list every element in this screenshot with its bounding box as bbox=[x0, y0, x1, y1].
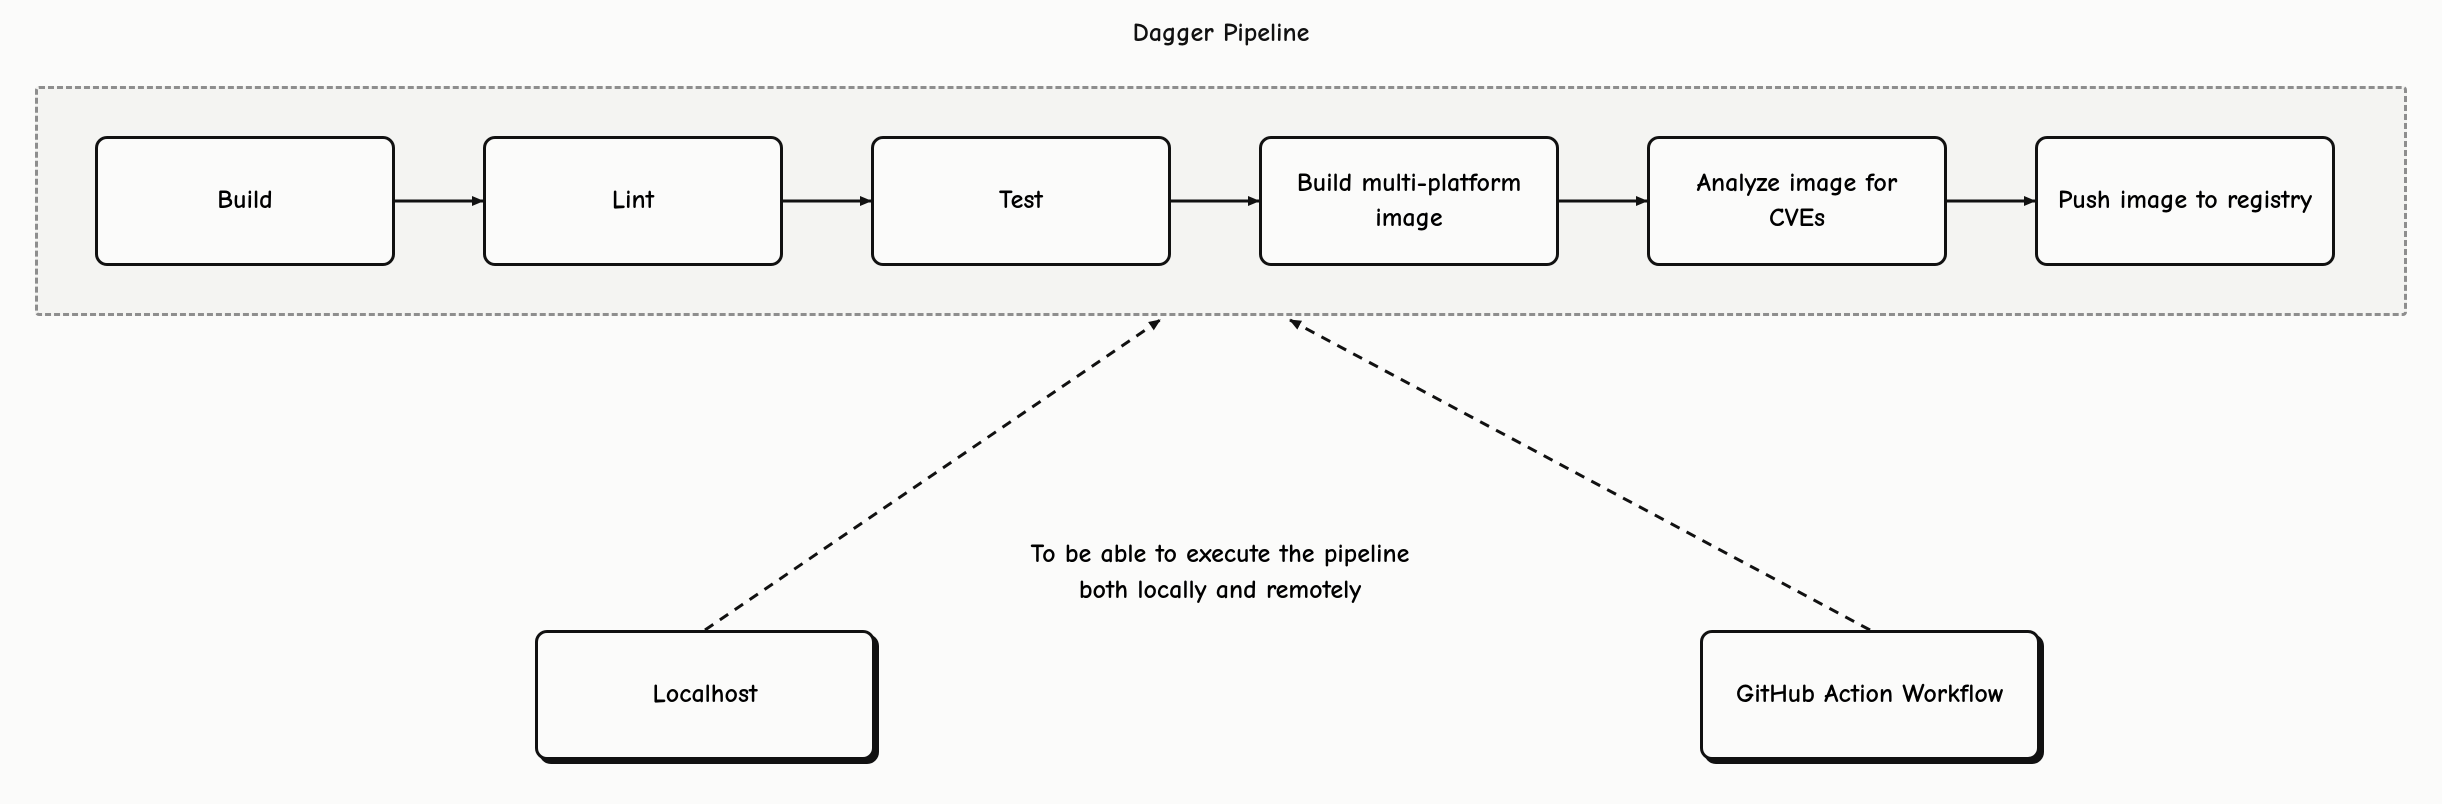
runner-label: GitHub Action Workflow bbox=[1736, 677, 2004, 712]
stage-label: Test bbox=[999, 183, 1043, 218]
caption-line-1: To be able to execute the pipeline bbox=[1031, 539, 1410, 569]
runner-localhost: Localhost bbox=[535, 630, 875, 760]
stage-push: Push image to registry bbox=[2035, 136, 2335, 266]
stage-analyze: Analyze image for CVEs bbox=[1647, 136, 1947, 266]
runner-label: Localhost bbox=[652, 677, 757, 712]
stage-label: Push image to registry bbox=[2058, 183, 2312, 218]
diagram-title: Dagger Pipeline bbox=[0, 18, 2442, 48]
stage-label: Lint bbox=[612, 183, 654, 218]
caption-line-2: both locally and remotely bbox=[1079, 575, 1361, 605]
caption: To be able to execute the pipeline both … bbox=[940, 536, 1500, 609]
stage-label: Analyze image for CVEs bbox=[1670, 166, 1924, 236]
stage-label: Build bbox=[217, 183, 272, 218]
stage-lint: Lint bbox=[483, 136, 783, 266]
stage-build: Build bbox=[95, 136, 395, 266]
stage-label: Build multi-platform image bbox=[1282, 166, 1536, 236]
stage-build-image: Build multi-platform image bbox=[1259, 136, 1559, 266]
stage-test: Test bbox=[871, 136, 1171, 266]
runner-github: GitHub Action Workflow bbox=[1700, 630, 2040, 760]
